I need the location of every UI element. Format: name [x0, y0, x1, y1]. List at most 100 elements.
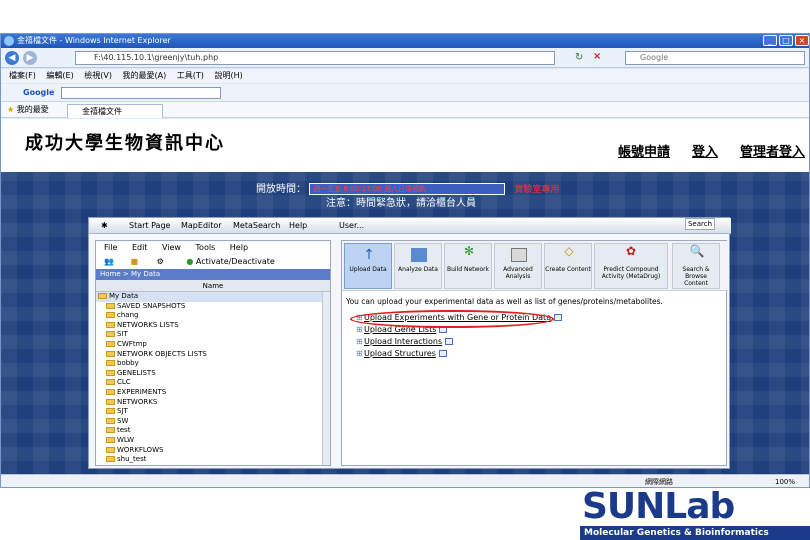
search-browse-button[interactable]: 🔍 Search & Browse Content — [672, 243, 720, 289]
create-icon: ◇ — [564, 244, 574, 258]
address-input[interactable]: F:\40.115.10.1\greenjy\tuh.php — [75, 51, 555, 65]
upload-interactions-link[interactable]: Upload Interactions — [364, 337, 442, 346]
minimize-button[interactable]: _ — [763, 35, 777, 46]
favorites-label[interactable]: 我的最愛 — [17, 105, 49, 114]
tree-item[interactable]: CWFtmp — [96, 340, 330, 350]
menu-tools[interactable]: 工具(T) — [177, 71, 204, 80]
forward-icon[interactable]: ▶ — [23, 51, 37, 65]
analyze-data-button[interactable]: Analyze Data — [394, 243, 442, 289]
panel-scrollbar[interactable] — [322, 292, 330, 465]
tree-item[interactable]: WORKFLOWS — [96, 446, 330, 456]
activate-label[interactable]: Activate/Deactivate — [196, 257, 275, 266]
login-link[interactable]: 登入 — [692, 141, 718, 160]
document-icon — [438, 350, 447, 357]
logo-subtitle: Molecular Genetics & Bioinformatics — [580, 526, 810, 540]
upload-data-button[interactable]: ↑ Upload Data — [344, 243, 392, 289]
meta-search-link[interactable]: MetaSearch — [233, 218, 280, 234]
notice-label: 開放時間： — [256, 184, 306, 195]
tree-item[interactable]: NETWORKS — [96, 398, 330, 408]
folder-icon — [106, 427, 115, 434]
map-editor-link[interactable]: MapEditor — [181, 218, 222, 234]
expand-icon[interactable]: ⊞ — [356, 325, 364, 334]
upload-structures-link[interactable]: Upload Structures — [364, 349, 436, 358]
tree-item-label: WLW — [117, 435, 135, 444]
tree-item[interactable]: bobby — [96, 359, 330, 369]
tree-item[interactable]: chang — [96, 311, 330, 321]
data-tree: My Data SAVED SNAPSHOTS chang NETWORKS L… — [96, 292, 330, 464]
panel-menu-view[interactable]: View — [162, 243, 181, 252]
folder-icon[interactable]: ■ — [131, 257, 139, 266]
tree-item[interactable]: WLW — [96, 436, 330, 446]
help-link[interactable]: Help — [289, 218, 307, 234]
tree-item[interactable]: SW — [96, 417, 330, 427]
notice-second-line: 注意：時間緊急狀，請洽櫃台人員 — [326, 198, 476, 209]
panel-menu-tools[interactable]: Tools — [196, 243, 216, 252]
tree-item[interactable]: SAVED SNAPSHOTS — [96, 302, 330, 312]
breadcrumb[interactable]: Home > My Data — [96, 269, 330, 280]
close-button[interactable]: × — [795, 35, 809, 46]
settings-icon[interactable]: ⚙ — [157, 257, 164, 266]
tree-item[interactable]: NETWORKS LISTS — [96, 321, 330, 331]
tree-item-label: NETWORK OBJECTS LISTS — [117, 349, 207, 358]
tree-item[interactable]: SJT — [96, 407, 330, 417]
highlight-oval — [350, 310, 554, 328]
gear-icon[interactable]: ✱ — [101, 218, 108, 234]
menu-favorites[interactable]: 我的最愛(A) — [123, 71, 167, 80]
app-search-button[interactable]: Search — [685, 218, 715, 230]
panel-menu-file[interactable]: File — [104, 243, 117, 252]
site-header: 成功大學生物資訊中心 帳號申請 登入 管理者登入 — [1, 119, 809, 172]
menu-bar: 檔案(F) 編輯(E) 檢視(V) 我的最愛(A) 工具(T) 說明(H) — [1, 69, 809, 83]
user-menu[interactable]: User... — [339, 218, 364, 234]
panel-menu-help[interactable]: Help — [230, 243, 248, 252]
admin-login-link[interactable]: 管理者登入 — [740, 141, 805, 160]
logo-word-b: Lab — [664, 486, 735, 527]
browser-tab[interactable]: 金禧檔文件 — [67, 104, 163, 118]
create-content-button[interactable]: ◇ Create Content — [544, 243, 592, 289]
expand-icon[interactable]: ⊞ — [356, 337, 364, 346]
build-network-button[interactable]: ✻ Build Network — [444, 243, 492, 289]
expand-icon[interactable]: ⊞ — [356, 349, 364, 358]
tree-item-label: CWFtmp — [117, 339, 147, 348]
tree-root[interactable]: My Data — [96, 292, 330, 302]
tree-item[interactable]: SIT — [96, 330, 330, 340]
tree-item[interactable]: shu_test — [96, 455, 330, 464]
back-icon[interactable]: ◀ — [5, 51, 19, 65]
maximize-button[interactable]: □ — [779, 35, 793, 46]
upload-data-label: Upload Data — [349, 266, 387, 273]
tree-item[interactable]: EXPERIMENTS — [96, 388, 330, 398]
stop-icon[interactable]: × — [593, 51, 601, 62]
menu-help[interactable]: 說明(H) — [214, 71, 242, 80]
users-icon[interactable]: 👥 — [104, 257, 114, 266]
activate-icon[interactable]: ● — [186, 257, 193, 266]
register-link[interactable]: 帳號申請 — [618, 141, 670, 160]
tree-item-label: WORKFLOWS — [117, 445, 164, 454]
tree-item[interactable]: NETWORK OBJECTS LISTS — [96, 350, 330, 360]
refresh-icon[interactable]: ↻ — [575, 52, 583, 63]
google-toolbar-label: Google — [23, 88, 55, 97]
panel-menu-edit[interactable]: Edit — [132, 243, 148, 252]
tree-item[interactable]: test — [96, 426, 330, 436]
folder-icon — [106, 417, 115, 424]
tree-item[interactable]: GENELISTS — [96, 369, 330, 379]
folder-icon — [106, 398, 115, 405]
document-icon — [445, 338, 454, 345]
advanced-analysis-button[interactable]: Advanced Analysis — [494, 243, 542, 289]
predict-compound-button[interactable]: ✿ Predict Compound Activity (MetaDrug) — [594, 243, 668, 289]
folder-icon — [106, 360, 115, 367]
favorites-star-icon[interactable]: ★ — [7, 105, 14, 114]
menu-view[interactable]: 檢視(V) — [84, 71, 112, 80]
upload-structures-item[interactable]: ⊞Upload Structures — [356, 349, 447, 358]
logo-word-a: SUN — [582, 486, 665, 527]
menu-edit[interactable]: 編輯(E) — [46, 71, 73, 80]
advanced-icon — [511, 248, 527, 262]
zoom-level[interactable]: 100% — [775, 475, 795, 487]
upload-interactions-item[interactable]: ⊞Upload Interactions — [356, 337, 454, 346]
google-search-box[interactable] — [61, 87, 221, 99]
menu-file[interactable]: 檔案(F) — [9, 71, 36, 80]
column-header-name[interactable]: Name — [96, 280, 330, 292]
start-page-link[interactable]: Start Page — [129, 218, 170, 234]
tree-item[interactable]: CLC — [96, 378, 330, 388]
search-input[interactable]: Google — [625, 51, 805, 65]
site-title: 成功大學生物資訊中心 — [25, 133, 225, 154]
folder-icon — [106, 321, 115, 328]
